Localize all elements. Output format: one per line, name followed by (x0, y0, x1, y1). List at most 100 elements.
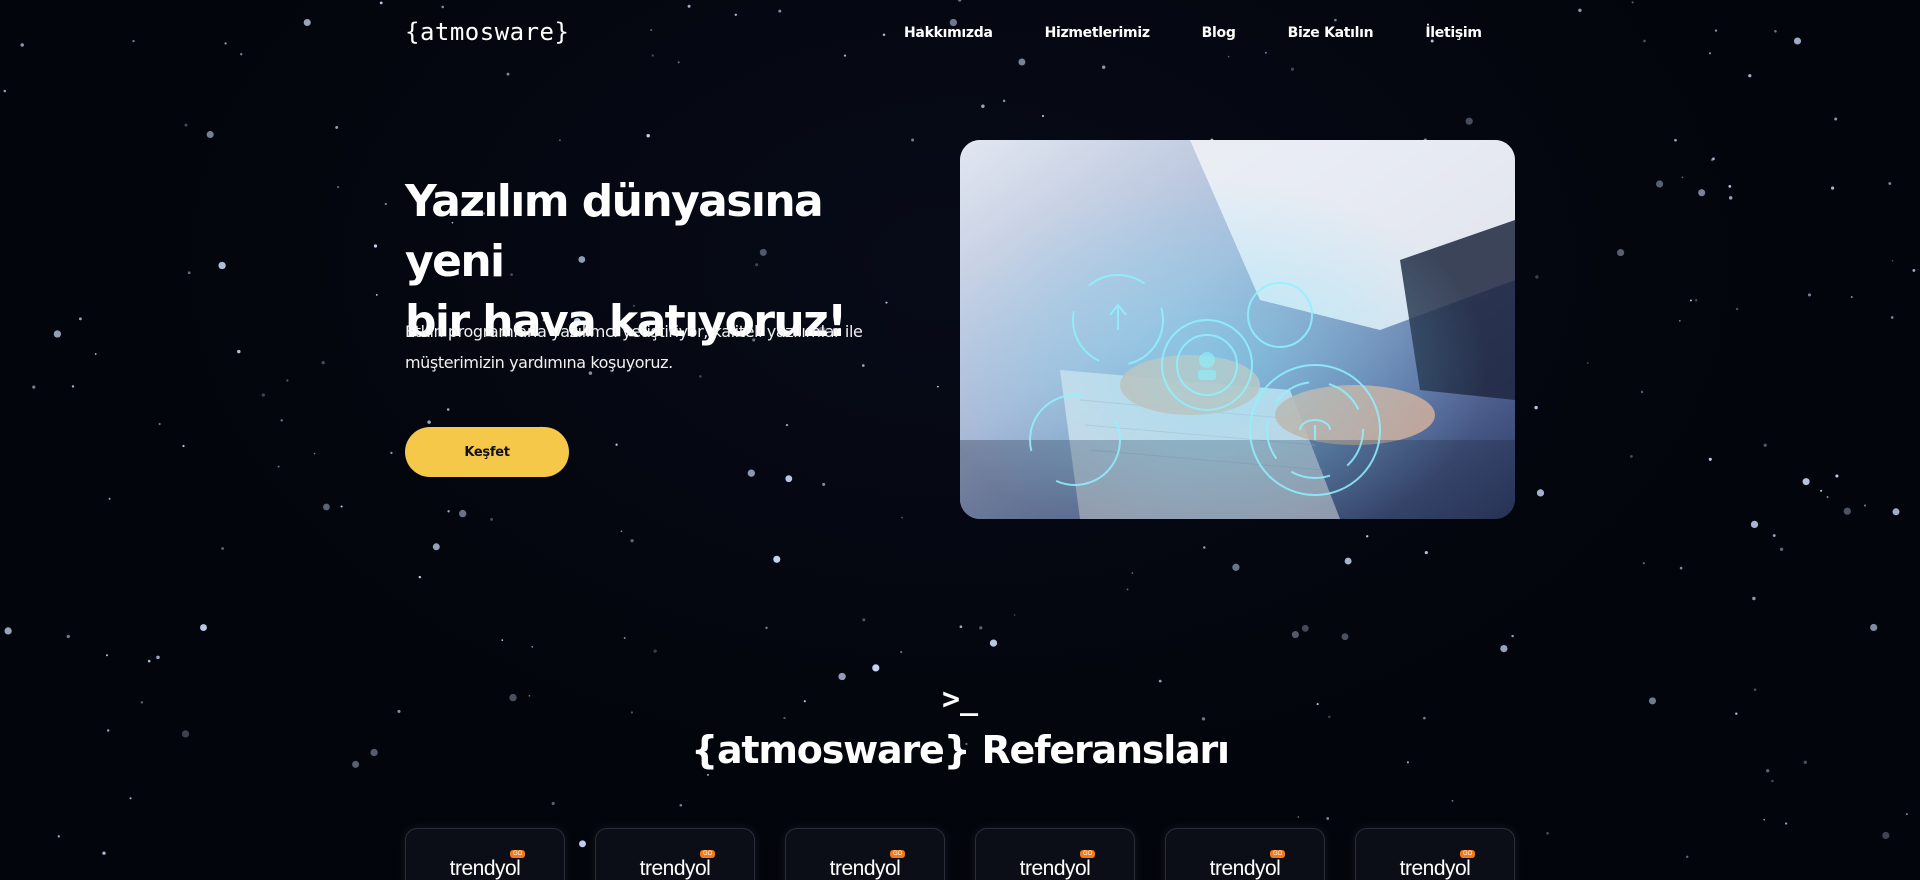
logo-tag: GO (700, 850, 716, 858)
star (1912, 268, 1916, 272)
star (206, 131, 214, 138)
tech-hands-keyboard-image (960, 140, 1515, 519)
star (822, 482, 826, 486)
star (158, 422, 161, 426)
star (979, 626, 983, 630)
star (1290, 67, 1295, 71)
star (1264, 51, 1267, 54)
star (240, 53, 243, 56)
star (78, 317, 82, 321)
nav-item-about[interactable]: Hakkımızda (904, 25, 993, 41)
star (286, 379, 289, 382)
star (1774, 30, 1777, 33)
star (679, 804, 683, 807)
star (1888, 182, 1892, 185)
star (651, 54, 654, 57)
star (1750, 520, 1759, 529)
star (1728, 196, 1733, 200)
star (277, 465, 280, 468)
reference-card[interactable]: trendyol GO (785, 828, 945, 880)
star (783, 716, 786, 720)
star (843, 54, 847, 57)
star (501, 639, 504, 641)
star (1681, 176, 1684, 179)
star (1686, 855, 1689, 858)
hero-title-line-1: Yazılım dünyasına yeni (405, 176, 824, 287)
star (4, 627, 12, 635)
star (1710, 158, 1714, 162)
star (872, 664, 880, 672)
star (650, 28, 653, 32)
star (66, 634, 70, 639)
site-logo[interactable]: {atmosware} (405, 18, 569, 46)
hero-subtitle-line-1: Etkin programlarla yazılımcı yetiştiriyo… (405, 322, 863, 341)
star (958, 0, 962, 2)
star (551, 801, 555, 806)
logo-tag: GO (890, 850, 906, 858)
star (1534, 405, 1538, 410)
star (1629, 454, 1633, 458)
trendyol-logo: trendyol (449, 857, 521, 880)
star (108, 497, 111, 500)
star (224, 42, 227, 45)
nav-item-contact[interactable]: İletişim (1425, 25, 1482, 41)
star (1784, 822, 1788, 825)
reference-card[interactable]: trendyol GO (1165, 828, 1325, 880)
star (1640, 390, 1644, 394)
star (620, 530, 623, 533)
nav-item-join-us[interactable]: Bize Katılın (1288, 25, 1374, 41)
star (778, 9, 782, 13)
star (1771, 779, 1774, 783)
star (1344, 557, 1352, 565)
star (1366, 535, 1369, 538)
nav-item-services[interactable]: Hizmetlerimiz (1045, 25, 1150, 41)
star (129, 797, 132, 800)
star (1864, 504, 1866, 507)
trendyol-logo: trendyol (1399, 857, 1471, 880)
star (531, 646, 534, 648)
star (1802, 478, 1810, 486)
star (379, 1, 383, 5)
reference-card[interactable]: trendyol GO (1355, 828, 1515, 880)
star (785, 475, 793, 483)
star (1334, 18, 1337, 22)
star (1451, 799, 1454, 802)
star (1695, 299, 1698, 302)
star (1500, 645, 1508, 653)
star (1763, 443, 1767, 447)
star (3, 89, 7, 93)
star (427, 420, 431, 424)
star (687, 4, 691, 8)
star (506, 72, 510, 76)
explore-button[interactable]: Keşfet (405, 427, 569, 477)
star (221, 547, 224, 550)
star (1906, 813, 1908, 815)
star (390, 451, 393, 455)
star (1698, 189, 1706, 197)
star (1679, 566, 1683, 570)
nav-item-blog[interactable]: Blog (1202, 25, 1236, 41)
hero-subtitle: Etkin programlarla yazılımcı yetiştiriyo… (405, 316, 945, 378)
star (623, 637, 626, 639)
logo-tag: GO (510, 850, 526, 858)
star (1642, 562, 1645, 565)
reference-card[interactable]: trendyol GO (975, 828, 1135, 880)
reference-card[interactable]: trendyol GO (405, 828, 565, 880)
reference-card[interactable]: trendyol GO (595, 828, 755, 880)
star (677, 61, 680, 64)
star (1126, 588, 1129, 591)
main-nav: Hakkımızda Hizmetlerimiz Blog Bize Katıl… (904, 25, 1482, 41)
star (1535, 275, 1539, 279)
star (261, 393, 265, 397)
star (1341, 633, 1349, 641)
star (184, 123, 188, 127)
star (1892, 508, 1900, 516)
star (653, 649, 657, 653)
star (280, 419, 283, 422)
star (1227, 55, 1230, 58)
trendyol-logo: trendyol (1209, 857, 1281, 880)
star (490, 517, 494, 521)
star (1793, 37, 1802, 45)
star (959, 625, 963, 629)
star (1041, 114, 1045, 118)
